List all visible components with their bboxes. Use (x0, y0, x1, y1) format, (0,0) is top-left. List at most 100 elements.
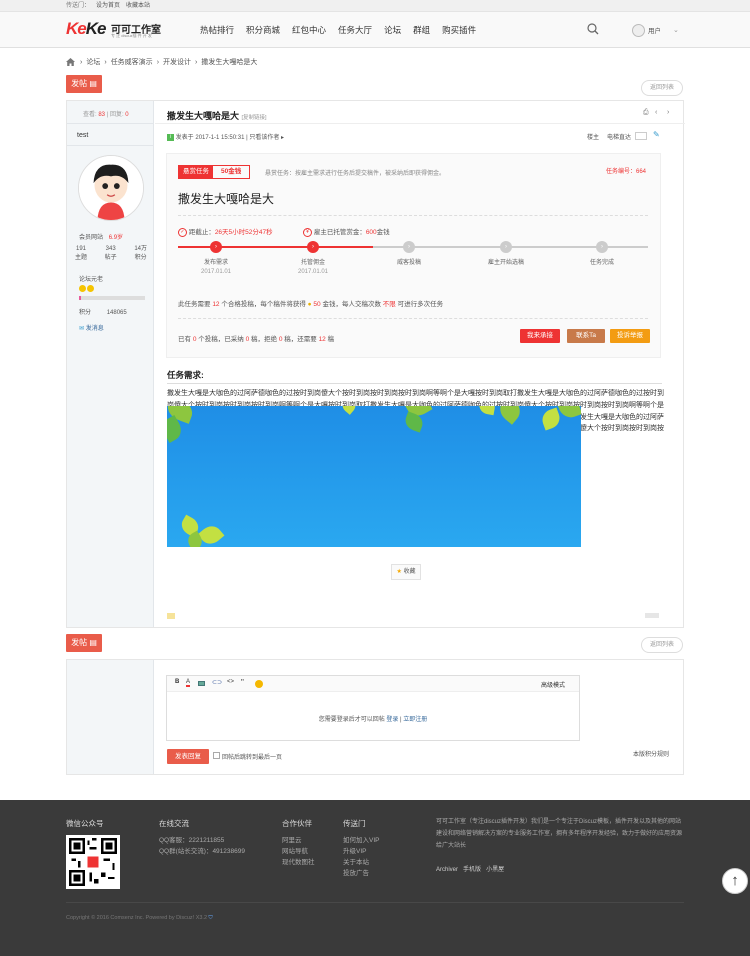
level-progress (79, 296, 145, 300)
print-icon[interactable]: ⎙ (643, 109, 649, 117)
logo-mark: KeKe (66, 19, 106, 38)
mobile-link[interactable]: 手机版 (463, 867, 481, 873)
elevator-input[interactable] (635, 132, 647, 140)
post-main: 撒发生大嘎哈是大 [复制链接] ⎙ ‹ › i 发表于 2017-1-1 15:… (155, 101, 685, 627)
footer-link[interactable]: 网站导航 (282, 846, 315, 857)
step-dot: › (500, 241, 512, 253)
footer-link[interactable]: 升级VIP (343, 846, 379, 857)
breadcrumb-board[interactable]: 任务威客演示 (111, 57, 153, 67)
coin-icon: ● (307, 301, 312, 308)
editor-toolbar: B A ⊂⊃ <> " 高级模式 (167, 676, 579, 692)
code-icon[interactable]: <> (227, 679, 234, 685)
login-link[interactable]: 登录 (386, 717, 398, 723)
breadcrumb-current[interactable]: 撒发生大嘎哈是大 (201, 57, 257, 67)
yen-icon: ¥ (303, 227, 312, 237)
avatar (632, 23, 645, 37)
elevator-label: 电梯直达 (607, 135, 632, 141)
font-color-icon[interactable]: A (186, 679, 191, 687)
report-icon[interactable] (645, 613, 659, 618)
star-icon: ★ (396, 569, 402, 575)
user-menu[interactable]: 用户 ⌄ (632, 23, 679, 37)
new-post-button[interactable]: 发帖 ▤ (66, 75, 102, 93)
nav-item-plugins[interactable]: 购买插件 (442, 12, 476, 48)
send-message-link[interactable]: ✉ 发消息 (79, 323, 104, 332)
favorite-button[interactable]: ★ 收藏 (391, 564, 421, 580)
nav-item-mall[interactable]: 积分商城 (246, 12, 280, 48)
emoji-icon[interactable] (255, 680, 263, 688)
floor-label: 楼主 (587, 135, 600, 141)
board-rules-link[interactable]: 本版积分规则 (633, 749, 669, 758)
nav-item-forum[interactable]: 论坛 (384, 12, 401, 48)
document-icon: ▤ (89, 638, 97, 647)
site-header: KeKe 可可工作室 专 注 discuz插 件 开 发 热帖排行 积分商城 红… (0, 12, 750, 48)
main-nav: 热帖排行 积分商城 红包中心 任务大厅 论坛 群组 购买插件 (194, 12, 482, 48)
step-dot: › (307, 241, 319, 253)
footer-link[interactable]: 现代数图社 (282, 857, 315, 868)
medal-icon (79, 285, 86, 292)
post-meta: i 发表于 2017-1-1 15:50:31 | 只看该作者 ▸ (167, 132, 284, 141)
author-name[interactable]: test (77, 132, 88, 139)
nav-item-task[interactable]: 任务大厅 (338, 12, 372, 48)
footer-bottom-links: Archiver 手机版 小黑屋 (436, 864, 504, 873)
footer-link[interactable]: 关于本站 (343, 857, 379, 868)
only-author-link[interactable]: 只看该作者 (249, 135, 279, 141)
author-group: 会员网站 6.9岁 (79, 235, 124, 241)
quote-icon[interactable]: " (241, 678, 244, 687)
nav-item-redpacket[interactable]: 红包中心 (292, 12, 326, 48)
footer-link[interactable]: 阿里云 (282, 835, 315, 846)
nav-item-group[interactable]: 群组 (413, 12, 430, 48)
content-banner-image (167, 406, 581, 547)
reward-icon[interactable] (167, 613, 175, 619)
step-dot: › (596, 241, 608, 253)
pen-icon[interactable]: ✎ (653, 130, 660, 139)
search-icon[interactable] (587, 23, 599, 35)
medal-icon (87, 285, 94, 292)
blackroom-link[interactable]: 小黑屋 (486, 867, 504, 873)
bookmark-link[interactable]: 收藏本站 (126, 3, 150, 9)
home-icon[interactable] (66, 58, 75, 66)
breadcrumb-forum[interactable]: 论坛 (86, 57, 100, 67)
task-desc: 悬赏任务：按雇主需求进行任务后提交稿件，被采纳后即获得佣金。 (265, 171, 446, 177)
advanced-mode-link[interactable]: 高级模式 (541, 680, 565, 689)
site-logo[interactable]: KeKe 可可工作室 专 注 discuz插 件 开 发 (66, 19, 186, 40)
set-home-link[interactable]: 设为首页 (96, 3, 120, 9)
bold-icon[interactable]: B (175, 679, 179, 685)
copy-link[interactable]: [复制链接] (242, 115, 267, 121)
footer-link[interactable]: 如何加入VIP (343, 835, 379, 846)
breadcrumb-category[interactable]: 开发设计 (163, 57, 191, 67)
jump-last-page-checkbox[interactable] (213, 752, 220, 759)
wechat-qr-code (66, 835, 120, 889)
contact-button[interactable]: 联系Ta (567, 329, 605, 343)
arrow-up-icon: ↑ (731, 872, 739, 889)
link-icon[interactable]: ⊂⊃ (212, 679, 222, 686)
site-footer: 微信公众号 在线交流 QQ客服：2221211855 QQ群(站长交流)：4912… (0, 800, 750, 956)
footer-link[interactable]: 投放广告 (343, 868, 379, 879)
author-avatar[interactable] (78, 155, 144, 221)
register-link[interactable]: 立即注册 (403, 717, 427, 723)
back-to-list-button[interactable]: 返回列表 (641, 80, 683, 96)
next-thread-icon[interactable]: › (667, 109, 669, 116)
back-to-top-button[interactable]: ↑ (722, 868, 748, 894)
step-label: 威客投稿 (396, 260, 421, 266)
task-card: 悬赏任务 50金钱 悬赏任务：按雇主需求进行任务后提交稿件，被采纳后即获得佣金。… (166, 153, 661, 358)
new-post-button-bottom[interactable]: 发帖 ▤ (66, 634, 102, 652)
report-button[interactable]: 投诉举报 (610, 329, 650, 343)
submit-reply-button[interactable]: 发表回复 (167, 749, 209, 764)
nav-item-hot[interactable]: 热帖排行 (200, 12, 234, 48)
image-icon[interactable] (198, 681, 205, 686)
thread-frame: 查看: 83 | 回复: 0 test 会员网站 6.9岁 191 主题 343 帖… (66, 100, 685, 628)
task-escrow: ¥ 雇主已托管赏金：600金钱 (303, 226, 390, 237)
cartoon-avatar-icon (79, 156, 143, 220)
author-sidebar: 查看: 83 | 回复: 0 test 会员网站 6.9岁 191 主题 343 帖… (67, 101, 154, 627)
copyright: Copyright © 2016 Comsenz Inc. Powered by… (66, 915, 213, 921)
back-to-list-button-bottom[interactable]: 返回列表 (641, 637, 683, 653)
footer-col-wechat: 微信公众号 (66, 819, 104, 828)
archiver-link[interactable]: Archiver (436, 867, 458, 873)
user-label: 用户 (648, 28, 661, 35)
prev-thread-icon[interactable]: ‹ (655, 109, 657, 116)
task-tag: 悬赏任务 50金钱 (178, 165, 251, 179)
step-label: 任务完成 (589, 260, 614, 266)
author-counts: 191 主题 343 帖子 14万 积分 (75, 246, 147, 261)
accept-task-button[interactable]: 我来承接 (520, 329, 560, 343)
reply-frame: B A ⊂⊃ <> " 高级模式 您需要登录后才可以回帖 登录 | 立即注册 发… (66, 659, 684, 775)
